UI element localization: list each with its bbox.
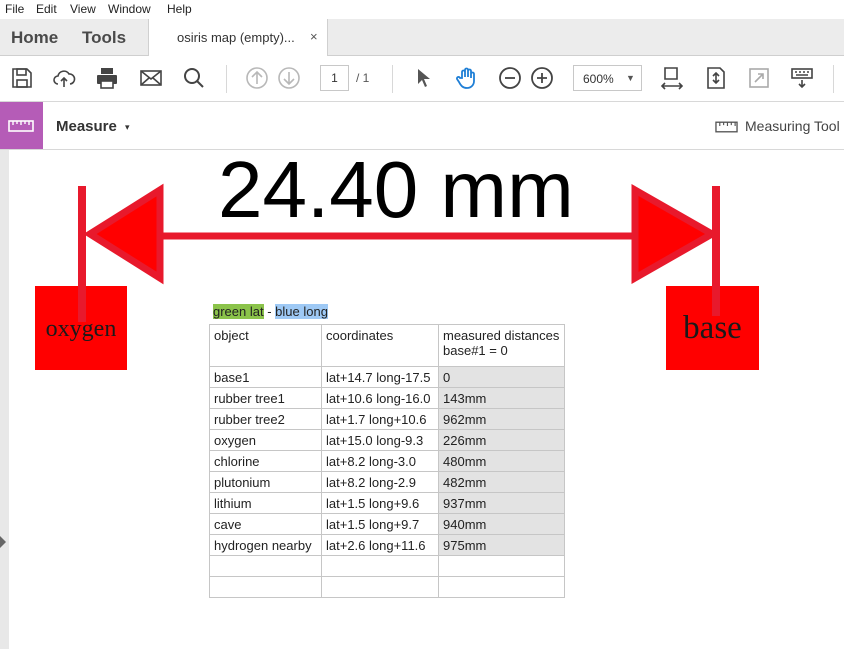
cell-coordinates: lat+8.2 long-2.9 <box>321 471 439 493</box>
cell-object: oxygen <box>209 429 322 451</box>
coordinates-table: object coordinates measured distances bas… <box>209 324 565 598</box>
leader-line-group <box>78 186 720 322</box>
cell-object: rubber tree1 <box>209 387 322 409</box>
coordinate-legend: green lat - blue long <box>213 304 328 319</box>
table-row: base1 lat+14.7 long-17.5 0 <box>209 366 565 388</box>
cell-distance <box>438 555 565 577</box>
cell-object: rubber tree2 <box>209 408 322 430</box>
cell-coordinates: lat+10.6 long-16.0 <box>321 387 439 409</box>
cell-object: plutonium <box>209 471 322 493</box>
cell-coordinates: lat+14.7 long-17.5 <box>321 366 439 388</box>
cell-object: base1 <box>209 366 322 388</box>
legend-separator: - <box>263 304 276 319</box>
header-measured-distances: measured distances base#1 = 0 <box>438 324 565 367</box>
cell-object <box>209 576 322 598</box>
cell-coordinates: lat+1.5 long+9.7 <box>321 513 439 535</box>
cell-object <box>209 555 322 577</box>
cell-distance: 482mm <box>438 471 565 493</box>
cell-coordinates: lat+8.2 long-3.0 <box>321 450 439 472</box>
cell-object: lithium <box>209 492 322 514</box>
header-coordinates: coordinates <box>321 324 439 367</box>
cell-distance: 940mm <box>438 513 565 535</box>
cell-coordinates: lat+1.5 long+9.6 <box>321 492 439 514</box>
table-header-row: object coordinates measured distances bas… <box>209 324 565 367</box>
table-row <box>209 555 565 577</box>
cell-object: cave <box>209 513 322 535</box>
table-row: lithium lat+1.5 long+9.6 937mm <box>209 492 565 514</box>
cell-object: chlorine <box>209 450 322 472</box>
cell-coordinates: lat+1.7 long+10.6 <box>321 408 439 430</box>
table-row <box>209 576 565 598</box>
legend-green-lat: green lat <box>213 304 264 319</box>
table-row: plutonium lat+8.2 long-2.9 482mm <box>209 471 565 493</box>
table-row: rubber tree2 lat+1.7 long+10.6 962mm <box>209 408 565 430</box>
table-row: hydrogen nearby lat+2.6 long+11.6 975mm <box>209 534 565 556</box>
cell-distance <box>438 576 565 598</box>
cell-distance: 0 <box>438 366 565 388</box>
cell-distance: 226mm <box>438 429 565 451</box>
table-row: cave lat+1.5 long+9.7 940mm <box>209 513 565 535</box>
cell-coordinates: lat+2.6 long+11.6 <box>321 534 439 556</box>
header-distances-label: measured distances <box>443 328 560 343</box>
table-row: rubber tree1 lat+10.6 long-16.0 143mm <box>209 387 565 409</box>
cell-coordinates: lat+15.0 long-9.3 <box>321 429 439 451</box>
cell-distance: 975mm <box>438 534 565 556</box>
cell-coordinates <box>321 555 439 577</box>
table-row: oxygen lat+15.0 long-9.3 226mm <box>209 429 565 451</box>
table-row: chlorine lat+8.2 long-3.0 480mm <box>209 450 565 472</box>
cell-distance: 143mm <box>438 387 565 409</box>
cell-object: hydrogen nearby <box>209 534 322 556</box>
header-base-note: base#1 = 0 <box>443 343 508 358</box>
header-object: object <box>209 324 322 367</box>
legend-blue-long: blue long <box>275 304 328 319</box>
cell-distance: 480mm <box>438 450 565 472</box>
cell-distance: 937mm <box>438 492 565 514</box>
cell-distance: 962mm <box>438 408 565 430</box>
cell-coordinates <box>321 576 439 598</box>
coordinates-table-body: object coordinates measured distances bas… <box>209 324 565 598</box>
